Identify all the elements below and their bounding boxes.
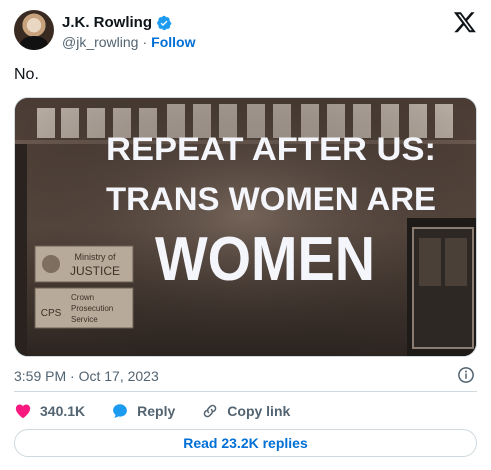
- divider: [14, 391, 477, 392]
- verified-badge-icon: [156, 15, 172, 31]
- sign-cps-line2: Prosecution: [71, 304, 113, 313]
- sign-ministry-line2: JUSTICE: [70, 264, 120, 278]
- read-replies-label: Read 23.2K replies: [183, 435, 308, 451]
- projection-line-1: REPEAT AFTER US:: [106, 131, 436, 167]
- projection-line-3: WOMEN: [155, 225, 375, 294]
- reply-bubble-icon: [113, 404, 128, 418]
- separator-dot: ·: [142, 34, 148, 50]
- author-handle[interactable]: @jk_rowling: [62, 34, 138, 50]
- cps-sign: CPS Crown Prosecution Service: [34, 287, 134, 329]
- sign-ministry-line1: Ministry of: [74, 252, 116, 262]
- like-count: 340.1K: [40, 403, 86, 419]
- tweet-header: J.K. Rowling @jk_rowling · Follow: [14, 8, 477, 54]
- copy-link-button[interactable]: Copy link: [201, 402, 290, 420]
- author-name[interactable]: J.K. Rowling: [62, 14, 152, 31]
- tweet-card: J.K. Rowling @jk_rowling · Follow No. RE…: [0, 0, 491, 470]
- ministry-of-justice-sign: Ministry of JUSTICE: [34, 245, 134, 283]
- author-handle-row: @jk_rowling · Follow: [62, 34, 195, 50]
- copy-link-label: Copy link: [227, 403, 291, 419]
- link-icon: [204, 404, 217, 418]
- projection-line-2: TRANS WOMEN ARE: [106, 181, 436, 217]
- author-name-row: J.K. Rowling: [62, 14, 172, 31]
- reply-button[interactable]: Reply: [111, 402, 175, 420]
- like-button[interactable]: 340.1K: [14, 402, 85, 420]
- sign-cps-line1: Crown: [71, 293, 94, 302]
- heart-icon: [15, 404, 31, 419]
- sign-cps-line3: Service: [71, 315, 98, 324]
- tweet-text: No.: [14, 66, 39, 83]
- follow-button[interactable]: Follow: [151, 34, 195, 50]
- tweet-actions: 340.1K Reply Copy link: [14, 400, 316, 422]
- author-avatar[interactable]: [14, 10, 54, 50]
- info-icon[interactable]: [457, 366, 475, 384]
- tweet-media-image[interactable]: REPEAT AFTER US: TRANS WOMEN ARE WOMEN M…: [14, 97, 477, 357]
- sign-cps-abbr: CPS: [41, 308, 62, 319]
- read-replies-button[interactable]: Read 23.2K replies: [14, 429, 477, 457]
- x-logo-icon[interactable]: [453, 10, 477, 34]
- reply-label: Reply: [137, 403, 176, 419]
- tweet-timestamp[interactable]: 3:59 PM · Oct 17, 2023: [14, 368, 159, 384]
